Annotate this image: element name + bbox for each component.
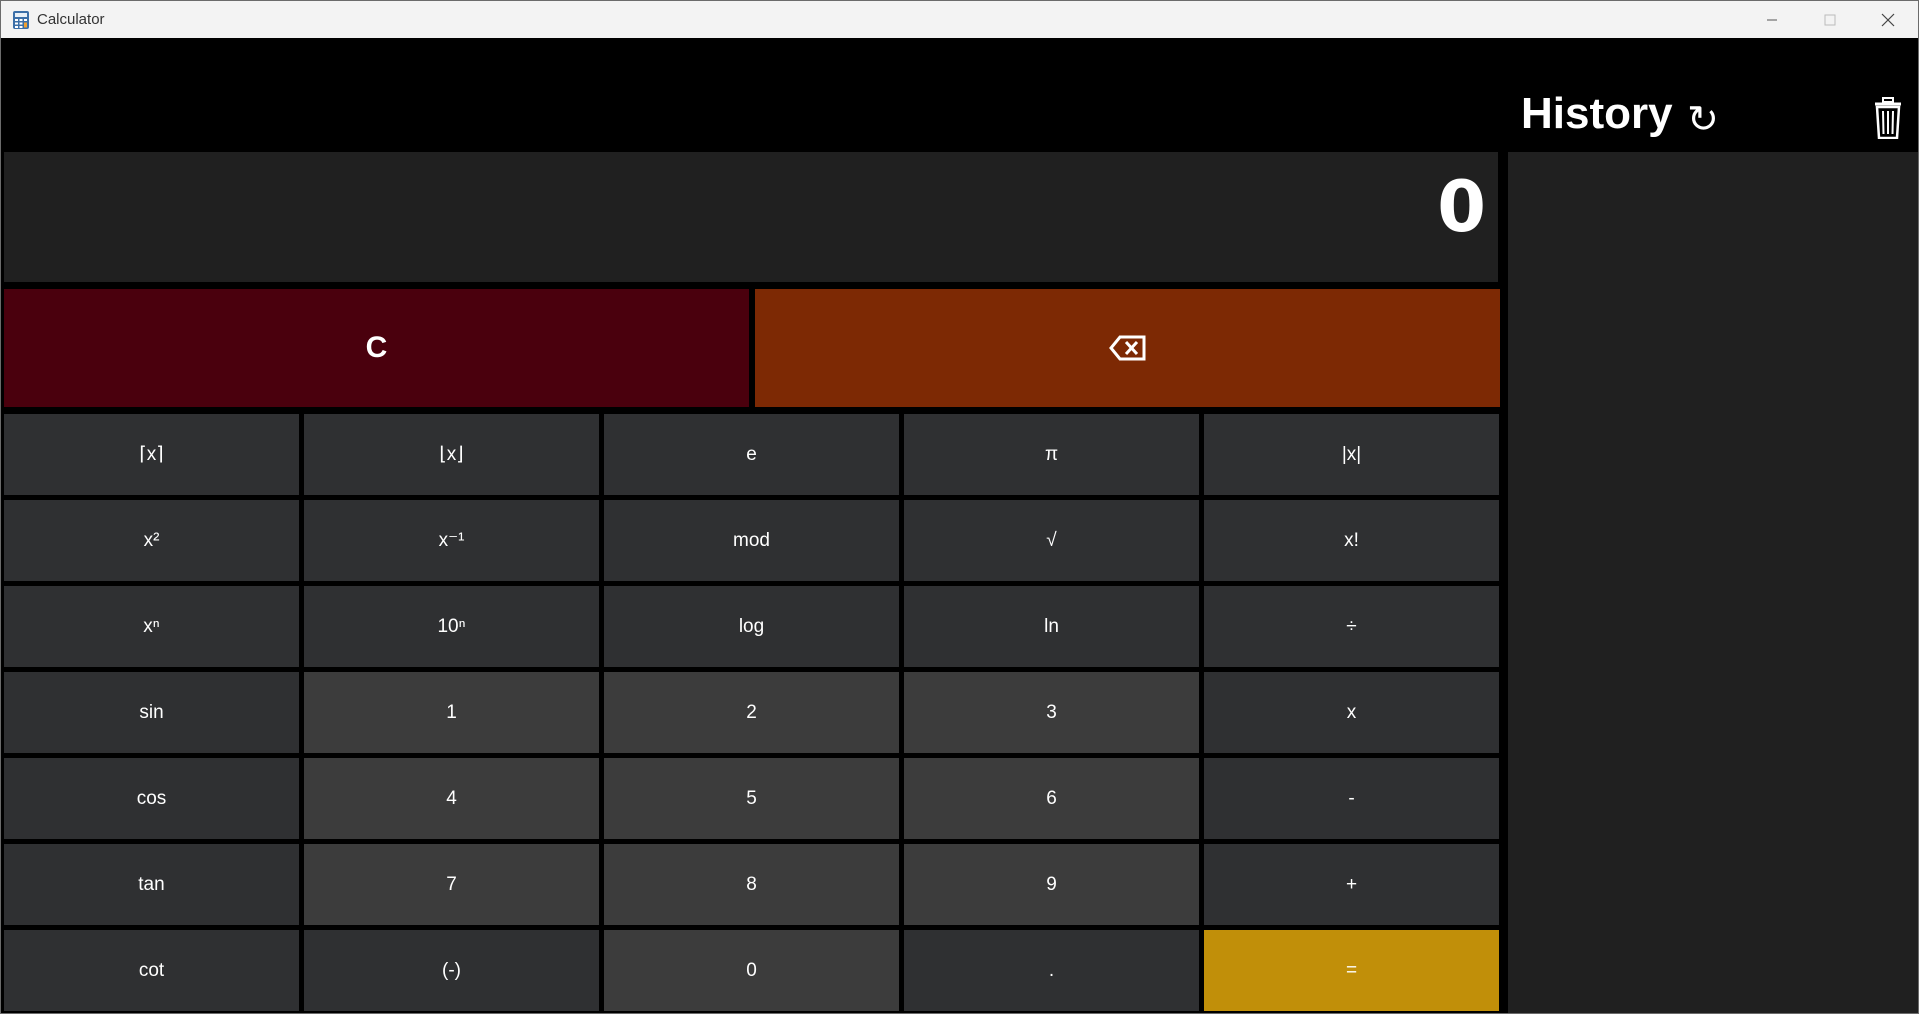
key-1[interactable]: ⌊x⌋: [304, 414, 599, 495]
calculator-window: Calculator 0 C ⌈x⌉ ⌊x⌋ e π |x| x² x⁻¹ mo…: [0, 0, 1919, 1014]
key-24[interactable]: -: [1204, 758, 1499, 839]
key-12[interactable]: log: [604, 586, 899, 667]
keypad: ⌈x⌉ ⌊x⌋ e π |x| x² x⁻¹ mod √ x! xⁿ 10ⁿ log ln ÷ sin 1 2 3 x…: [4, 414, 1502, 1011]
key-0[interactable]: ⌈x⌉: [4, 414, 299, 495]
key-16[interactable]: 1: [304, 672, 599, 753]
calculator-app-icon: [13, 11, 29, 29]
key-3[interactable]: π: [904, 414, 1199, 495]
key-5[interactable]: x²: [4, 500, 299, 581]
maximize-icon: [1824, 14, 1836, 25]
key-34[interactable]: =: [1204, 930, 1499, 1011]
minimize-button[interactable]: [1743, 1, 1801, 38]
history-title: History: [1521, 89, 1673, 138]
key-28[interactable]: 9: [904, 844, 1199, 925]
key-21[interactable]: 4: [304, 758, 599, 839]
key-20[interactable]: cos: [4, 758, 299, 839]
key-14[interactable]: ÷: [1204, 586, 1499, 667]
key-33[interactable]: .: [904, 930, 1199, 1011]
key-25[interactable]: tan: [4, 844, 299, 925]
minimize-icon: [1767, 19, 1777, 20]
key-4[interactable]: |x|: [1204, 414, 1499, 495]
key-18[interactable]: 3: [904, 672, 1199, 753]
key-32[interactable]: 0: [604, 930, 899, 1011]
key-7[interactable]: mod: [604, 500, 899, 581]
backspace-button[interactable]: [755, 289, 1500, 407]
key-23[interactable]: 6: [904, 758, 1199, 839]
key-26[interactable]: 7: [304, 844, 599, 925]
window-title: Calculator: [37, 11, 105, 28]
key-30[interactable]: cot: [4, 930, 299, 1011]
key-11[interactable]: 10ⁿ: [304, 586, 599, 667]
display-value: 0: [1437, 166, 1486, 248]
history-panel: [1508, 152, 1918, 1013]
key-2[interactable]: e: [604, 414, 899, 495]
key-22[interactable]: 5: [604, 758, 899, 839]
clear-button[interactable]: C: [4, 289, 749, 407]
close-button[interactable]: [1859, 1, 1917, 38]
key-13[interactable]: ln: [904, 586, 1199, 667]
key-19[interactable]: x: [1204, 672, 1499, 753]
key-10[interactable]: xⁿ: [4, 586, 299, 667]
key-15[interactable]: sin: [4, 672, 299, 753]
key-8[interactable]: √: [904, 500, 1199, 581]
refresh-icon[interactable]: ↻: [1687, 97, 1719, 142]
key-29[interactable]: +: [1204, 844, 1499, 925]
trash-icon[interactable]: [1873, 97, 1903, 139]
key-31[interactable]: (-): [304, 930, 599, 1011]
key-9[interactable]: x!: [1204, 500, 1499, 581]
title-bar: Calculator: [1, 1, 1918, 38]
key-17[interactable]: 2: [604, 672, 899, 753]
result-display: 0: [4, 152, 1498, 282]
close-icon: [1881, 13, 1895, 26]
maximize-button[interactable]: [1801, 1, 1859, 38]
backspace-icon: [1108, 335, 1145, 361]
key-6[interactable]: x⁻¹: [304, 500, 599, 581]
key-27[interactable]: 8: [604, 844, 899, 925]
